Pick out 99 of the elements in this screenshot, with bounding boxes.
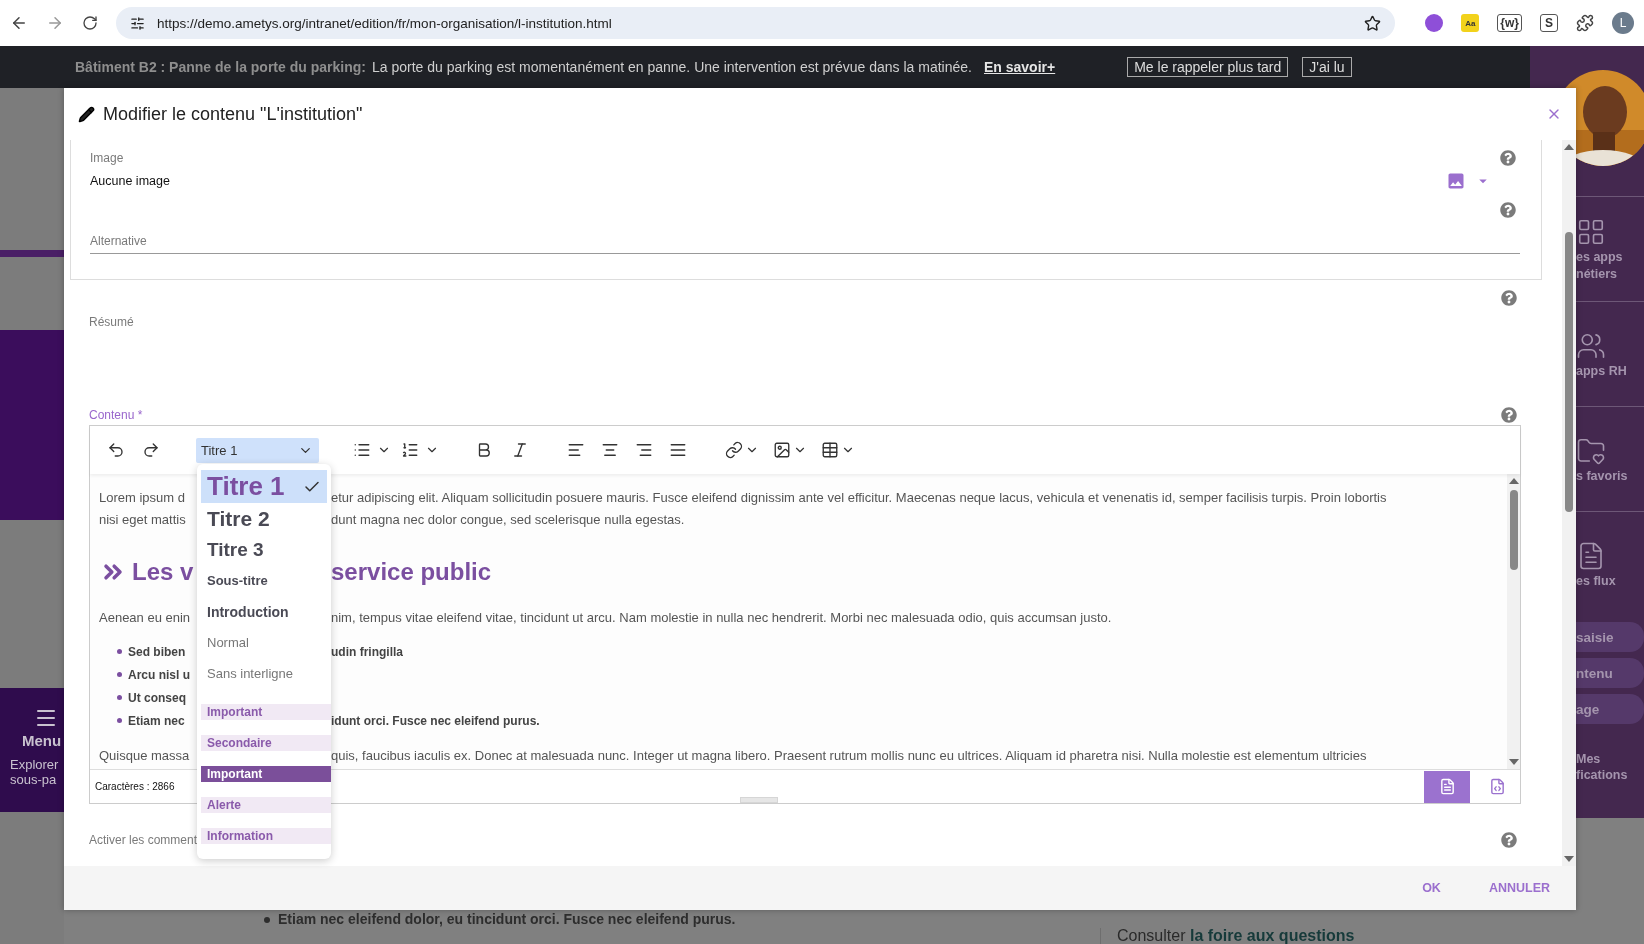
page-band: [0, 250, 64, 257]
body-text: etur adipiscing elit. Aliquam sollicitudin posuere mauris. Fusce eleifend dignissim ante vel efficitur. Maecenas neque lacus, vehicula et venenatis id, semper facilisis turpis. Proin lobortis: [331, 489, 1387, 505]
help-icon[interactable]: [1501, 407, 1517, 423]
back-icon[interactable]: [10, 14, 28, 32]
sidebar-label[interactable]: es flux: [1576, 573, 1644, 588]
body-text: quis, faucibus iaculis ex. Donec at malesuada nunc. Integer ut magna libero. Praesent rutrum mollis nunc eu ultrices. Aliquam id pharetra nisi. Nulla molestie est elementum ultricies: [331, 747, 1367, 763]
body-text: Arcu nisl u: [128, 667, 190, 682]
code-icon[interactable]: [1488, 778, 1506, 795]
body-text: Lorem ipsum d: [99, 489, 185, 505]
field-value: Aucune image: [90, 174, 170, 188]
style-option[interactable]: Normal: [201, 627, 327, 658]
help-icon[interactable]: [1501, 832, 1517, 848]
cancel-button[interactable]: ANNULER: [1484, 875, 1554, 901]
link-icon[interactable]: [725, 441, 743, 459]
bullet-list-icon[interactable]: [353, 441, 371, 459]
bullet-dot: [117, 649, 122, 654]
style-option[interactable]: Information: [201, 828, 331, 844]
body-text: Ut conseq: [128, 690, 186, 705]
bullet-dot: [117, 695, 122, 700]
numbered-list-icon[interactable]: [401, 441, 419, 459]
address-bar[interactable]: https://demo.ametys.org/intranet/edition/fr/mon-organisation/l-institution.html: [116, 7, 1396, 39]
scrollbar[interactable]: [1507, 474, 1520, 769]
bullet-dot: [117, 672, 122, 677]
visual-mode-button[interactable]: [1424, 770, 1470, 803]
page-text: Etiam nec eleifend dolor, eu tincidunt orci. Fusce nec eleifend purus.: [278, 911, 736, 928]
alert-message: La porte du parking est momentanément en panne. Une intervention est prévue dans la matinée.: [371, 59, 972, 75]
sidebar-label[interactable]: s favoris: [1576, 468, 1644, 483]
sidebar-label[interactable]: Mes: [1576, 752, 1644, 766]
reload-icon[interactable]: [82, 15, 98, 31]
banner-button[interactable]: J'ai lu: [1302, 57, 1352, 77]
body-text: Sed biben: [128, 644, 186, 659]
extension-icon[interactable]: Aa: [1461, 14, 1480, 32]
body-text: idunt orci. Fusce nec eleifend purus.: [331, 713, 540, 728]
body-text: Quisque massa: [99, 747, 190, 763]
document-icon[interactable]: [1438, 778, 1456, 795]
body-text: udin fringilla: [331, 644, 403, 659]
style-option[interactable]: Sous-titre: [201, 565, 327, 596]
style-option[interactable]: Titre 3: [201, 534, 327, 565]
image-icon[interactable]: [773, 441, 791, 459]
undo-icon[interactable]: [107, 441, 125, 459]
heading-text: Les v: [132, 558, 194, 586]
body-text: Etiam nec: [128, 713, 185, 728]
grid-icon[interactable]: [1576, 217, 1606, 247]
extension-icon[interactable]: [1425, 14, 1444, 32]
style-option[interactable]: Important: [201, 704, 331, 720]
alert-title: Bâtiment B2 : Panne de la porte du parking:: [75, 59, 366, 75]
bookmark-icon[interactable]: [1364, 14, 1382, 32]
bullet-dot: [264, 916, 270, 923]
url-text: https://demo.ametys.org/intranet/edition/fr/mon-organisation/l-institution.html: [157, 15, 612, 31]
help-icon[interactable]: [1500, 202, 1516, 218]
extension-icon[interactable]: S: [1540, 14, 1558, 32]
menu-hint: sous-pa: [10, 772, 58, 787]
forward-icon[interactable]: [46, 14, 64, 32]
extension-icon[interactable]: {w}: [1497, 14, 1522, 32]
field-label: Image: [90, 151, 124, 165]
help-icon[interactable]: [1500, 150, 1516, 166]
sidebar-label[interactable]: nétiers: [1576, 267, 1644, 281]
menu-hint: Explorer: [10, 757, 60, 772]
redo-icon[interactable]: [142, 441, 160, 459]
bullet-dot: [117, 718, 122, 723]
sidebar-label[interactable]: fications: [1576, 768, 1644, 782]
align-right-icon[interactable]: [635, 441, 653, 459]
menu-label[interactable]: Menu: [22, 732, 64, 749]
style-option[interactable]: Alerte: [201, 797, 331, 813]
alternative-field[interactable]: Alternative: [90, 230, 1520, 254]
site-info-icon[interactable]: [130, 15, 145, 31]
sidebar-label[interactable]: es apps: [1576, 250, 1644, 264]
body-text: nim, tempus vitae eleifend vitae, tincidunt ut arcu. Nam molestie in nulla nec hendrerit. Morbi nec malesuada odio, quis accumsan justo.: [331, 609, 1112, 625]
field-label: Contenu *: [89, 408, 143, 422]
align-justify-icon[interactable]: [669, 441, 687, 459]
profile-avatar[interactable]: L: [1612, 12, 1634, 34]
style-option[interactable]: Titre 1: [201, 470, 327, 503]
banner-button[interactable]: Me le rappeler plus tard: [1127, 57, 1289, 77]
style-option[interactable]: Titre 2: [201, 503, 327, 534]
style-option[interactable]: Introduction: [201, 596, 327, 627]
character-count: Caractères : 2866: [95, 781, 176, 792]
help-icon[interactable]: [1501, 290, 1517, 306]
ok-button[interactable]: OK: [1418, 875, 1445, 901]
style-option[interactable]: Secondaire: [201, 735, 331, 751]
sidebar-label[interactable]: apps RH: [1576, 363, 1644, 378]
heading-text: service public: [331, 558, 492, 586]
field-label: Résumé: [89, 315, 134, 329]
style-select[interactable]: Titre 1: [196, 437, 319, 463]
scrollbar[interactable]: [1562, 140, 1576, 866]
italic-icon[interactable]: [511, 441, 529, 459]
field-label: Activer les comment: [89, 833, 198, 847]
style-option[interactable]: Important: [201, 766, 331, 782]
extensions-icon[interactable]: [1576, 14, 1594, 32]
more-link[interactable]: En savoir+: [984, 59, 1056, 75]
body-text: Aenean eu enin: [99, 609, 191, 625]
table-icon[interactable]: [821, 441, 839, 459]
body-text: dunt magna nec dolor congue, sed scelerisque nulla egestas.: [331, 511, 685, 527]
dialog-title: Modifier le contenu "L'institution": [103, 103, 364, 125]
pencil-icon: [78, 105, 95, 123]
style-option[interactable]: Sans interligne: [201, 658, 327, 689]
align-left-icon[interactable]: [567, 441, 585, 459]
resize-handle[interactable]: [740, 797, 778, 803]
body-text: nisi eget mattis: [99, 511, 186, 527]
align-center-icon[interactable]: [601, 441, 619, 459]
